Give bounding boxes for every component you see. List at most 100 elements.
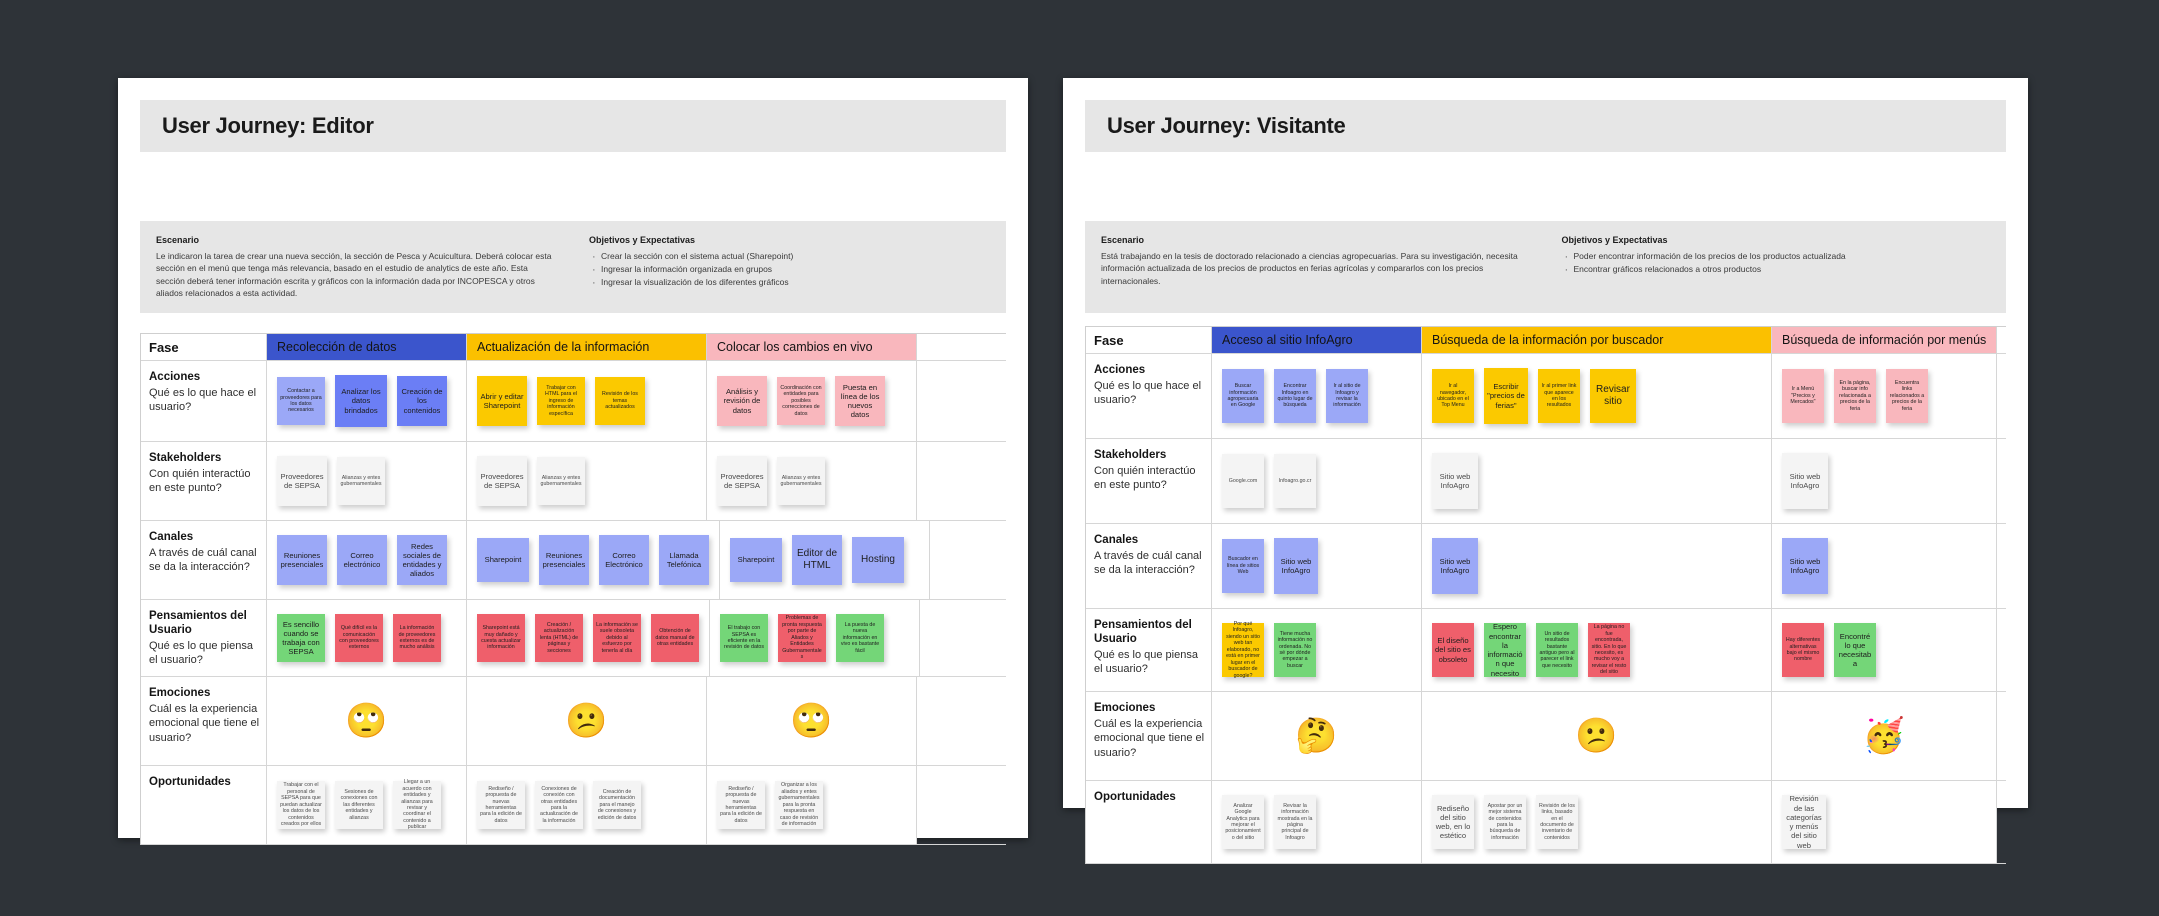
sticky-note[interactable]: Revisar sitio bbox=[1590, 369, 1636, 423]
sticky-note[interactable]: El diseño del sitio es obsoleto bbox=[1432, 623, 1474, 677]
sticky-note[interactable]: Proveedores de SEPSA bbox=[717, 456, 767, 506]
sticky-note[interactable]: Trabajar con el personal de SEPSA para q… bbox=[277, 781, 325, 829]
sticky-note[interactable]: Rediseño del sitio web, en lo estético bbox=[1432, 795, 1474, 849]
objectives-list-item: Encontrar gráficos relacionados a otros … bbox=[1562, 262, 1991, 279]
cell-emociones-2: 😕 bbox=[467, 677, 707, 765]
sticky-note[interactable]: Rediseño / propuesta de nuevas herramien… bbox=[717, 781, 765, 829]
journey-row: Acciones Qué es lo que hace el usuario? Bu… bbox=[1086, 354, 2006, 439]
sticky-note[interactable]: Ir a Menú "Precios y Mercados" bbox=[1782, 369, 1824, 423]
sticky-note[interactable]: Google.com bbox=[1222, 454, 1264, 508]
cell-canales-2: Sharepoint Reuniones presenciales Correo E… bbox=[467, 521, 720, 599]
sticky-note[interactable]: Sitio web InfoAgro bbox=[1782, 453, 1828, 509]
sticky-note[interactable]: Encontré lo que necesitaba bbox=[1834, 623, 1876, 677]
sticky-note[interactable]: Hay diferentes alternativas bajo el mism… bbox=[1782, 623, 1824, 677]
sticky-note[interactable]: Correo Electrónico bbox=[599, 535, 649, 585]
sticky-note[interactable]: Reuniones presenciales bbox=[539, 535, 589, 585]
cell-emociones-3: 🥳 bbox=[1772, 692, 1997, 780]
sticky-note[interactable]: Reuniones presenciales bbox=[277, 535, 327, 585]
cell-pensamientos-del-usuario-1: Es sencillo cuando se trabaja con SEPSA Q… bbox=[267, 600, 467, 676]
sticky-note[interactable]: La puesta de nueva información en vivo e… bbox=[836, 614, 884, 662]
sticky-note[interactable]: Revisión de los links, basado en el docu… bbox=[1536, 795, 1578, 849]
row-label-6: Oportunidades bbox=[141, 766, 267, 844]
sticky-note[interactable]: Llamada Telefónica bbox=[659, 535, 709, 585]
sticky-note[interactable]: Revisión de los temas actualizados bbox=[595, 377, 645, 425]
sticky-note[interactable]: En la página, buscar info relacionada a … bbox=[1834, 369, 1876, 423]
sticky-note[interactable]: Es sencillo cuando se trabaja con SEPSA bbox=[277, 614, 325, 662]
sticky-note[interactable]: Escribir "precios de ferias" bbox=[1484, 368, 1528, 424]
sticky-note[interactable]: La página no fue encontrada, sitio. En l… bbox=[1588, 623, 1630, 677]
row-subtitle: Qué es lo que piensa el usuario? bbox=[149, 639, 253, 667]
sticky-note[interactable]: Conexiones de conexión con otras entidad… bbox=[535, 781, 583, 829]
sticky-note-group: Sitio web InfoAgro bbox=[1778, 447, 1990, 515]
row-subtitle: Qué es lo que piensa el usuario? bbox=[1094, 648, 1198, 676]
sticky-note[interactable]: Sharepoint bbox=[730, 538, 782, 582]
sticky-note[interactable]: Creación / actualización lenta (HTML) de… bbox=[535, 614, 583, 662]
sticky-note[interactable]: Un sitio de resultados bastante antiguo … bbox=[1536, 623, 1578, 677]
sticky-note[interactable]: Contactar a proveedores para los datos n… bbox=[277, 377, 325, 425]
sticky-note[interactable]: Revisión de las categorías y menús del s… bbox=[1782, 794, 1826, 850]
sticky-note[interactable]: Analizar Google Analytics para mejorar e… bbox=[1222, 795, 1264, 849]
row-label-2: Stakeholders Con quién interactúo en este… bbox=[1086, 439, 1212, 523]
sticky-note[interactable]: Ir al sitio de Infoagro y revisar la inf… bbox=[1326, 369, 1368, 423]
sticky-note[interactable]: Ir al navegador, ubicado en el Top Menu bbox=[1432, 369, 1474, 423]
sticky-note[interactable]: Sitio web InfoAgro bbox=[1432, 538, 1478, 594]
sticky-note[interactable]: Ir al primer link que aparece en los res… bbox=[1538, 369, 1580, 423]
rolling-eyes-emoji: 🙄 bbox=[345, 702, 388, 740]
cell-pensamientos-del-usuario-2: Sharepoint está muy dañado y cuesta actu… bbox=[467, 600, 710, 676]
sticky-note[interactable]: Sharepoint bbox=[477, 538, 529, 582]
sticky-note[interactable]: Qué difícil es la comunicación con prove… bbox=[335, 614, 383, 662]
phase-header-label: Acceso al sitio InfoAgro bbox=[1222, 333, 1353, 347]
sticky-note[interactable]: La información se suele obsoleta debido … bbox=[593, 614, 641, 662]
sticky-note[interactable]: Alianzas y entes gubernamentales bbox=[337, 457, 385, 505]
sticky-note[interactable]: Llegar a un acuerdo con entidades y alia… bbox=[393, 779, 441, 830]
sticky-note[interactable]: Tiene mucha información no ordenada. No … bbox=[1274, 623, 1316, 677]
sticky-note[interactable]: Correo electrónico bbox=[337, 535, 387, 585]
sticky-note[interactable]: Sitio web InfoAgro bbox=[1432, 453, 1478, 509]
emoji-wrap: 😕 bbox=[1428, 700, 1765, 772]
sticky-note[interactable]: Obtención de datos manual de otras entid… bbox=[651, 614, 699, 662]
sticky-note[interactable]: Coordinación con entidades para posibles… bbox=[777, 377, 825, 425]
sticky-note[interactable]: Análisis y revisión de datos bbox=[717, 376, 767, 426]
row-label-1: Acciones Qué es lo que hace el usuario? bbox=[141, 361, 267, 441]
thinking-face-emoji: 🤔 bbox=[1295, 717, 1338, 755]
sticky-note[interactable]: Proveedores de SEPSA bbox=[477, 456, 527, 506]
sticky-note[interactable]: Encuentra links relacionados a precios d… bbox=[1886, 369, 1928, 423]
sticky-note[interactable]: Editor de HTML bbox=[792, 535, 842, 585]
sticky-note[interactable]: Problemas de pronta respuesta por parte … bbox=[778, 614, 826, 662]
cell-stakeholders-2: Sitio web InfoAgro bbox=[1422, 439, 1772, 523]
cell-oportunidades-2: Rediseño / propuesta de nuevas herramien… bbox=[467, 766, 707, 844]
sticky-note[interactable]: Buscador en línea de sitios Web bbox=[1222, 539, 1264, 593]
sticky-note[interactable]: Sitio web InfoAgro bbox=[1274, 538, 1318, 594]
context-band: Escenario Está trabajando en la tesis de … bbox=[1085, 221, 2006, 313]
sticky-note[interactable]: Organizar a los aliados y entes gubernam… bbox=[775, 781, 823, 829]
sticky-note[interactable]: Encontrar Infoagro en quinto lugar de bú… bbox=[1274, 369, 1316, 423]
sticky-note[interactable]: Redes sociales de entidades y aliados bbox=[397, 535, 447, 585]
sticky-note[interactable]: Rediseño / propuesta de nuevas herramien… bbox=[477, 781, 525, 829]
sticky-note[interactable]: Alianzas y entes gubernamentales bbox=[537, 457, 585, 505]
sticky-note[interactable]: Por qué Infoagro, siendo un sitio web ta… bbox=[1222, 621, 1264, 679]
sticky-note[interactable]: Analizar los datos brindados bbox=[335, 375, 387, 427]
sticky-note[interactable]: Buscar información agropecuaria en Googl… bbox=[1222, 369, 1264, 423]
cell-canales-3: Sitio web InfoAgro bbox=[1772, 524, 1997, 608]
sticky-note[interactable]: Abrir y editar Sharepoint bbox=[477, 376, 527, 426]
board-editor: User Journey: Editor Escenario Le indicaro… bbox=[118, 78, 1028, 845]
row-title: Pensamientos del Usuario bbox=[1094, 619, 1192, 645]
sticky-note[interactable]: Puesta en línea de los nuevos datos bbox=[835, 376, 885, 426]
sticky-note[interactable]: Infoagro.go.cr bbox=[1274, 454, 1316, 508]
sticky-note[interactable]: Creación de documentación para el manejo… bbox=[593, 781, 641, 829]
sticky-note[interactable]: Sesiones de conexiones con las diferente… bbox=[335, 781, 383, 829]
sticky-note[interactable]: Espero encontrar la información que nece… bbox=[1484, 622, 1526, 678]
sticky-note[interactable]: Revisar la información mostrada en la pá… bbox=[1274, 795, 1316, 849]
sticky-note-group: Sharepoint Reuniones presenciales Correo E… bbox=[473, 529, 713, 591]
sticky-note[interactable]: Alianzas y entes gubernamentales bbox=[777, 457, 825, 505]
sticky-note[interactable]: Creación de los contenidos bbox=[397, 376, 447, 426]
sticky-note[interactable]: El trabajo con SEPSA es eficiente en la … bbox=[720, 614, 768, 662]
sticky-note[interactable]: Hosting bbox=[852, 537, 904, 583]
sticky-note[interactable]: Sitio web InfoAgro bbox=[1782, 538, 1828, 594]
sticky-note[interactable]: Sharepoint está muy dañado y cuesta actu… bbox=[477, 614, 525, 662]
sticky-note[interactable]: Apostar por un mejor sistema de contenid… bbox=[1484, 795, 1526, 849]
sticky-note[interactable]: Trabajar con HTML para el ingreso de inf… bbox=[537, 377, 585, 425]
sticky-note[interactable]: La información de proveedores externos e… bbox=[393, 614, 441, 662]
phase-header-1: Recolección de datos bbox=[267, 334, 467, 360]
sticky-note[interactable]: Proveedores de SEPSA bbox=[277, 456, 327, 506]
